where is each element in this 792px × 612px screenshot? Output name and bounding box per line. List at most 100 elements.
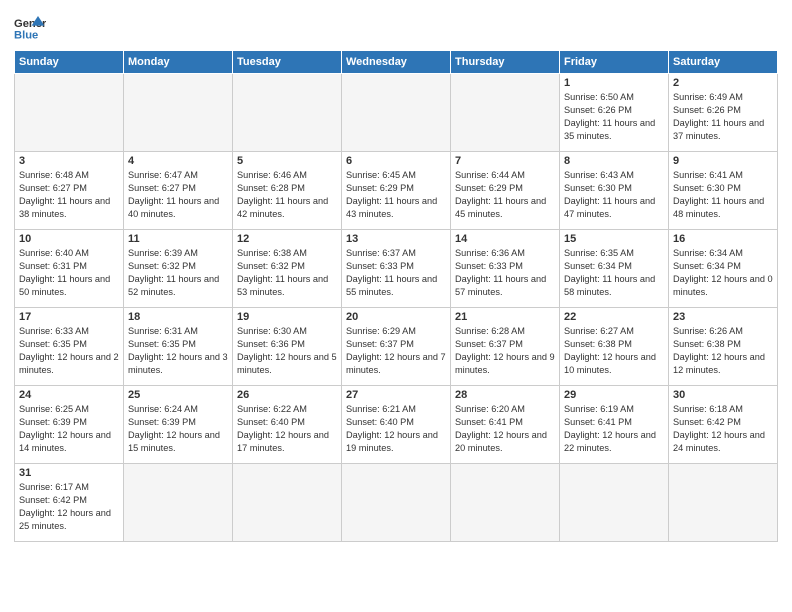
day-number: 21 [455, 311, 555, 323]
day-number: 11 [128, 233, 228, 245]
day-info: Sunrise: 6:39 AMSunset: 6:32 PMDaylight:… [128, 247, 228, 299]
day-info: Sunrise: 6:25 AMSunset: 6:39 PMDaylight:… [19, 403, 119, 455]
day-info: Sunrise: 6:36 AMSunset: 6:33 PMDaylight:… [455, 247, 555, 299]
calendar-cell: 1Sunrise: 6:50 AMSunset: 6:26 PMDaylight… [560, 74, 669, 152]
day-info: Sunrise: 6:20 AMSunset: 6:41 PMDaylight:… [455, 403, 555, 455]
calendar-cell: 7 Sunrise: 6:44 AMSunset: 6:29 PMDaylight… [451, 152, 560, 230]
day-number: 8 [564, 155, 664, 167]
calendar-cell: 17Sunrise: 6:33 AMSunset: 6:35 PMDayligh… [15, 308, 124, 386]
day-number: 10 [19, 233, 119, 245]
calendar-cell: 26 Sunrise: 6:22 AMSunset: 6:40 PMDayligh… [233, 386, 342, 464]
day-info: Sunrise: 6:43 AMSunset: 6:30 PMDaylight:… [564, 169, 664, 221]
day-number: 30 [673, 389, 773, 401]
calendar-cell: 14 Sunrise: 6:36 AMSunset: 6:33 PMDayligh… [451, 230, 560, 308]
day-number: 3 [19, 155, 119, 167]
logo-icon: General Blue [14, 14, 46, 42]
svg-text:Blue: Blue [14, 29, 38, 41]
calendar-cell: 6Sunrise: 6:45 AMSunset: 6:29 PMDaylight… [342, 152, 451, 230]
calendar-cell: 18Sunrise: 6:31 AMSunset: 6:35 PMDayligh… [124, 308, 233, 386]
day-info: Sunrise: 6:48 AMSunset: 6:27 PMDaylight:… [19, 169, 119, 221]
day-info: Sunrise: 6:44 AMSunset: 6:29 PMDaylight:… [455, 169, 555, 221]
day-number: 16 [673, 233, 773, 245]
calendar: SundayMondayTuesdayWednesdayThursdayFrid… [14, 50, 778, 542]
calendar-cell: 22Sunrise: 6:27 AMSunset: 6:38 PMDayligh… [560, 308, 669, 386]
day-info: Sunrise: 6:18 AMSunset: 6:42 PMDaylight:… [673, 403, 773, 455]
day-info: Sunrise: 6:38 AMSunset: 6:32 PMDaylight:… [237, 247, 337, 299]
calendar-cell: 31Sunrise: 6:17 AMSunset: 6:42 PMDayligh… [15, 464, 124, 542]
day-number: 17 [19, 311, 119, 323]
day-info: Sunrise: 6:26 AMSunset: 6:38 PMDaylight:… [673, 325, 773, 377]
calendar-week-row: 1Sunrise: 6:50 AMSunset: 6:26 PMDaylight… [15, 74, 778, 152]
day-number: 28 [455, 389, 555, 401]
day-number: 20 [346, 311, 446, 323]
header-saturday: Saturday [669, 51, 778, 74]
day-info: Sunrise: 6:46 AMSunset: 6:28 PMDaylight:… [237, 169, 337, 221]
calendar-cell: 30 Sunrise: 6:18 AMSunset: 6:42 PMDayligh… [669, 386, 778, 464]
header: General Blue [14, 10, 778, 42]
day-number: 23 [673, 311, 773, 323]
calendar-week-row: 10 Sunrise: 6:40 AMSunset: 6:31 PMDayligh… [15, 230, 778, 308]
day-info: Sunrise: 6:37 AMSunset: 6:33 PMDaylight:… [346, 247, 446, 299]
calendar-cell [669, 464, 778, 542]
calendar-cell [124, 74, 233, 152]
calendar-week-row: 24 Sunrise: 6:25 AMSunset: 6:39 PMDayligh… [15, 386, 778, 464]
calendar-cell: 15Sunrise: 6:35 AMSunset: 6:34 PMDayligh… [560, 230, 669, 308]
day-info: Sunrise: 6:21 AMSunset: 6:40 PMDaylight:… [346, 403, 446, 455]
calendar-cell [560, 464, 669, 542]
day-number: 25 [128, 389, 228, 401]
day-info: Sunrise: 6:22 AMSunset: 6:40 PMDaylight:… [237, 403, 337, 455]
day-number: 19 [237, 311, 337, 323]
day-info: Sunrise: 6:35 AMSunset: 6:34 PMDaylight:… [564, 247, 664, 299]
calendar-cell [342, 464, 451, 542]
calendar-cell: 29 Sunrise: 6:19 AMSunset: 6:41 PMDayligh… [560, 386, 669, 464]
header-tuesday: Tuesday [233, 51, 342, 74]
day-info: Sunrise: 6:47 AMSunset: 6:27 PMDaylight:… [128, 169, 228, 221]
header-thursday: Thursday [451, 51, 560, 74]
day-number: 13 [346, 233, 446, 245]
calendar-cell: 19 Sunrise: 6:30 AMSunset: 6:36 PMDayligh… [233, 308, 342, 386]
calendar-cell: 21 Sunrise: 6:28 AMSunset: 6:37 PMDayligh… [451, 308, 560, 386]
calendar-week-row: 31Sunrise: 6:17 AMSunset: 6:42 PMDayligh… [15, 464, 778, 542]
day-number: 4 [128, 155, 228, 167]
day-info: Sunrise: 6:19 AMSunset: 6:41 PMDaylight:… [564, 403, 664, 455]
calendar-week-row: 17Sunrise: 6:33 AMSunset: 6:35 PMDayligh… [15, 308, 778, 386]
calendar-cell [124, 464, 233, 542]
calendar-cell: 23 Sunrise: 6:26 AMSunset: 6:38 PMDayligh… [669, 308, 778, 386]
calendar-cell: 24 Sunrise: 6:25 AMSunset: 6:39 PMDayligh… [15, 386, 124, 464]
day-number: 26 [237, 389, 337, 401]
day-number: 29 [564, 389, 664, 401]
calendar-week-row: 3 Sunrise: 6:48 AMSunset: 6:27 PMDaylight… [15, 152, 778, 230]
day-info: Sunrise: 6:40 AMSunset: 6:31 PMDaylight:… [19, 247, 119, 299]
calendar-cell [233, 74, 342, 152]
logo: General Blue [14, 14, 46, 42]
calendar-cell: 28 Sunrise: 6:20 AMSunset: 6:41 PMDayligh… [451, 386, 560, 464]
day-number: 6 [346, 155, 446, 167]
day-info: Sunrise: 6:28 AMSunset: 6:37 PMDaylight:… [455, 325, 555, 377]
day-number: 18 [128, 311, 228, 323]
header-sunday: Sunday [15, 51, 124, 74]
calendar-cell [15, 74, 124, 152]
day-number: 14 [455, 233, 555, 245]
day-number: 9 [673, 155, 773, 167]
day-number: 7 [455, 155, 555, 167]
day-number: 24 [19, 389, 119, 401]
calendar-cell: 25Sunrise: 6:24 AMSunset: 6:39 PMDayligh… [124, 386, 233, 464]
calendar-cell: 5 Sunrise: 6:46 AMSunset: 6:28 PMDaylight… [233, 152, 342, 230]
calendar-cell [342, 74, 451, 152]
calendar-cell: 27Sunrise: 6:21 AMSunset: 6:40 PMDayligh… [342, 386, 451, 464]
day-number: 2 [673, 77, 773, 89]
day-number: 1 [564, 77, 664, 89]
day-number: 12 [237, 233, 337, 245]
day-info: Sunrise: 6:34 AMSunset: 6:34 PMDaylight:… [673, 247, 773, 299]
header-monday: Monday [124, 51, 233, 74]
calendar-cell: 3 Sunrise: 6:48 AMSunset: 6:27 PMDaylight… [15, 152, 124, 230]
calendar-cell: 10 Sunrise: 6:40 AMSunset: 6:31 PMDayligh… [15, 230, 124, 308]
day-number: 31 [19, 467, 119, 479]
calendar-cell: 16 Sunrise: 6:34 AMSunset: 6:34 PMDayligh… [669, 230, 778, 308]
day-number: 22 [564, 311, 664, 323]
day-info: Sunrise: 6:30 AMSunset: 6:36 PMDaylight:… [237, 325, 337, 377]
header-wednesday: Wednesday [342, 51, 451, 74]
day-number: 5 [237, 155, 337, 167]
calendar-cell [233, 464, 342, 542]
calendar-cell: 13 Sunrise: 6:37 AMSunset: 6:33 PMDayligh… [342, 230, 451, 308]
